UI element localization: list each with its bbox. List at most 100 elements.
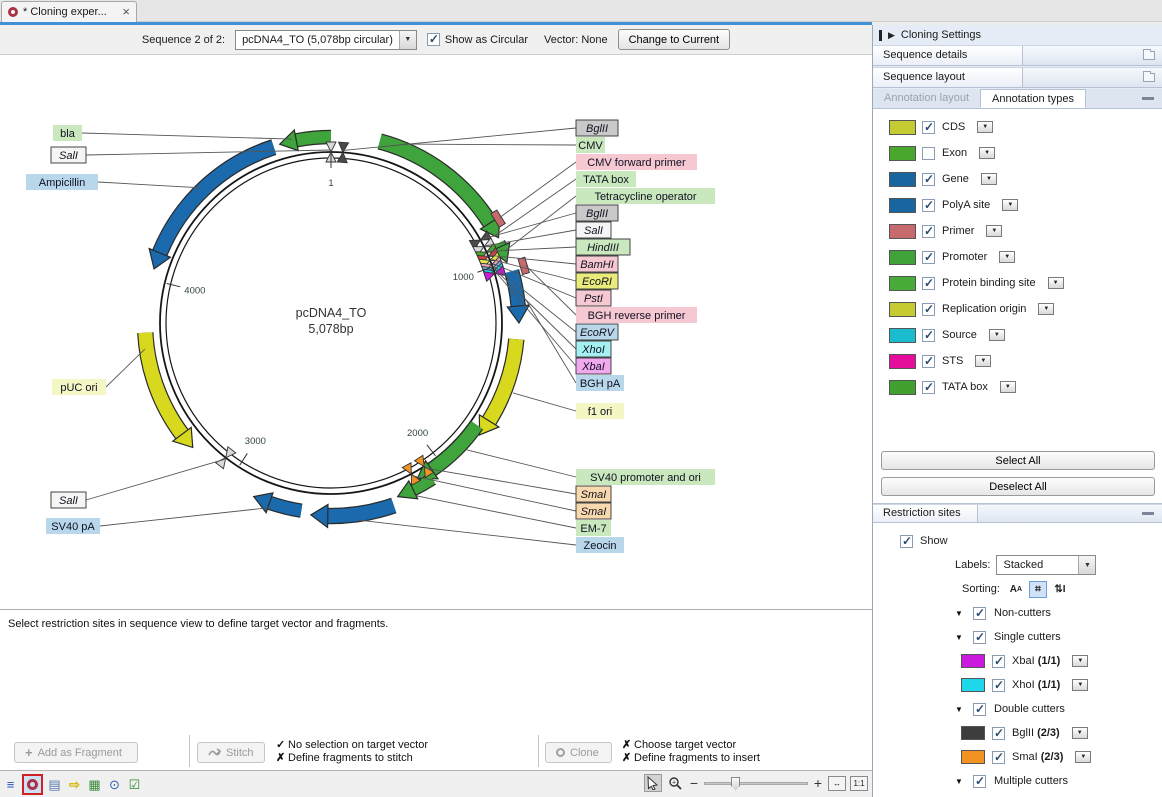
add-as-fragment-button[interactable]: + Add as Fragment: [14, 742, 138, 763]
annotation-checkbox-promoter[interactable]: [922, 251, 935, 264]
table-view-icon[interactable]: ▦: [86, 776, 103, 793]
annotation-dropdown-icon[interactable]: [1048, 277, 1064, 289]
minimize-section-icon[interactable]: [1142, 97, 1154, 100]
annotation-dropdown-icon[interactable]: [1038, 303, 1054, 315]
cutter-group-multiple-cutters[interactable]: ▼Multiple cutters: [873, 769, 1162, 793]
enzyme-checkbox-smai[interactable]: [992, 751, 1005, 764]
sequence-view-icon[interactable]: ▤: [46, 776, 63, 793]
zoom-slider[interactable]: [704, 782, 808, 785]
selection-mode-icon[interactable]: [644, 774, 662, 792]
annotation-type-row-tata-box[interactable]: TATA box: [873, 374, 1162, 400]
feature-cmv-promoter[interactable]: [380, 141, 500, 237]
feature-f1-ori[interactable]: [479, 339, 516, 435]
annotation-type-row-primer[interactable]: Primer: [873, 218, 1162, 244]
chevron-down-icon[interactable]: ▼: [399, 31, 416, 49]
collapse-arrow-icon[interactable]: ▼: [955, 777, 965, 786]
folder-icon[interactable]: [1143, 73, 1155, 82]
zoom-in-button[interactable]: +: [812, 775, 824, 791]
annotation-checkbox-replication-origin[interactable]: [922, 303, 935, 316]
sequence-details-group[interactable]: Sequence details: [873, 45, 1162, 66]
cloning-table-view-icon[interactable]: ⇨: [66, 776, 83, 793]
feature-zeocin[interactable]: [311, 504, 394, 527]
tab-close-icon[interactable]: ×: [122, 7, 130, 17]
cutter-group-double-cutters[interactable]: ▼Double cutters: [873, 697, 1162, 721]
tab-annotation-layout[interactable]: Annotation layout: [873, 89, 980, 108]
zoom-100-button[interactable]: 1:1: [850, 776, 868, 791]
deselect-all-button[interactable]: Deselect All: [881, 477, 1155, 496]
restriction-show-checkbox[interactable]: [900, 535, 913, 548]
folder-icon[interactable]: [1143, 51, 1155, 60]
annotation-type-row-protein-binding-site[interactable]: Protein binding site: [873, 270, 1162, 296]
group-checkbox-non-cutters[interactable]: [973, 607, 986, 620]
sequence-select[interactable]: pcDNA4_TO (5,078bp circular) ▼: [235, 30, 417, 50]
annotation-dropdown-icon[interactable]: [981, 173, 997, 185]
enzyme-dropdown-icon[interactable]: [1072, 679, 1088, 691]
annotation-dropdown-icon[interactable]: [986, 225, 1002, 237]
feature-bgh-pa[interactable]: [507, 271, 529, 323]
enzyme-dropdown-icon[interactable]: [1075, 751, 1091, 763]
enzyme-row-smai[interactable]: SmaI (2/3): [873, 745, 1162, 769]
enzyme-row-bglii[interactable]: BglII (2/3): [873, 721, 1162, 745]
annotation-checkbox-cds[interactable]: [922, 121, 935, 134]
annotation-dropdown-icon[interactable]: [999, 251, 1015, 263]
plasmid-label-sali[interactable]: SalI: [51, 459, 225, 508]
report-view-icon[interactable]: ☑: [126, 776, 143, 793]
sort-length-button[interactable]: ⇅I: [1051, 581, 1069, 598]
plasmid-label-cmv[interactable]: CMV: [403, 137, 605, 153]
collapse-arrow-icon[interactable]: ▼: [955, 609, 965, 618]
annotation-dropdown-icon[interactable]: [975, 355, 991, 367]
annotation-dropdown-icon[interactable]: [1002, 199, 1018, 211]
annotation-checkbox-polya-site[interactable]: [922, 199, 935, 212]
annotation-dropdown-icon[interactable]: [977, 121, 993, 133]
annotation-type-row-polya-site[interactable]: PolyA site: [873, 192, 1162, 218]
plasmid-label-sv40-promoter-and-ori[interactable]: SV40 promoter and ori: [467, 450, 715, 485]
history-view-icon[interactable]: ⊙: [106, 776, 123, 793]
restriction-sites-header[interactable]: Restriction sites: [873, 504, 1162, 523]
group-checkbox-single-cutters[interactable]: [973, 631, 986, 644]
minimize-section-icon[interactable]: [1142, 512, 1154, 515]
restriction-marker-smai[interactable]: [402, 463, 420, 485]
annotation-checkbox-protein-binding-site[interactable]: [922, 277, 935, 290]
annotation-type-row-source[interactable]: Source: [873, 322, 1162, 348]
tab-annotation-types[interactable]: Annotation types: [980, 89, 1086, 108]
enzyme-dropdown-icon[interactable]: [1072, 655, 1088, 667]
annotation-type-row-replication-origin[interactable]: Replication origin: [873, 296, 1162, 322]
enzyme-row-xbai[interactable]: XbaI (1/1): [873, 649, 1162, 673]
annotation-type-row-promoter[interactable]: Promoter: [873, 244, 1162, 270]
enzyme-row-sali[interactable]: SalI (3/3): [873, 793, 1162, 797]
cutter-group-non-cutters[interactable]: ▼Non-cutters: [873, 601, 1162, 625]
annotation-checkbox-sts[interactable]: [922, 355, 935, 368]
collapse-arrow-icon[interactable]: ▼: [955, 633, 965, 642]
annotation-dropdown-icon[interactable]: [989, 329, 1005, 341]
annotation-type-row-gene[interactable]: Gene: [873, 166, 1162, 192]
labels-select[interactable]: Stacked ▼: [996, 555, 1096, 575]
circular-view-icon[interactable]: [22, 774, 43, 795]
feature-bla-promoter[interactable]: [280, 130, 331, 151]
chevron-down-icon[interactable]: ▼: [1078, 556, 1095, 574]
list-view-icon[interactable]: ≡: [2, 776, 19, 793]
zoom-slider-thumb[interactable]: [731, 777, 740, 791]
annotation-checkbox-source[interactable]: [922, 329, 935, 342]
plasmid-label-sv40-pa[interactable]: SV40 pA: [46, 508, 271, 535]
change-to-current-button[interactable]: Change to Current: [618, 29, 731, 50]
zoom-mode-icon[interactable]: +: [666, 774, 684, 792]
show-as-circular-checkbox[interactable]: [427, 33, 440, 46]
annotation-type-row-sts[interactable]: STS: [873, 348, 1162, 374]
fit-width-button[interactable]: ↔: [828, 776, 846, 791]
enzyme-row-xhoi[interactable]: XhoI (1/1): [873, 673, 1162, 697]
collapse-arrow-icon[interactable]: ▼: [955, 705, 965, 714]
feature-puc-ori[interactable]: [145, 333, 192, 448]
feature-sv40-pa[interactable]: [254, 493, 302, 513]
cloning-settings-header[interactable]: ▶ Cloning Settings: [873, 25, 1162, 45]
document-tab[interactable]: * Cloning exper... ×: [1, 1, 137, 22]
plasmid-label-ampicillin[interactable]: Ampicillin: [26, 174, 200, 190]
zoom-out-button[interactable]: −: [688, 775, 700, 791]
group-checkbox-double-cutters[interactable]: [973, 703, 986, 716]
cutter-group-single-cutters[interactable]: ▼Single cutters: [873, 625, 1162, 649]
feature-ampicillin[interactable]: [149, 147, 274, 269]
annotation-checkbox-primer[interactable]: [922, 225, 935, 238]
plasmid-label-f1-ori[interactable]: f1 ori: [513, 393, 624, 419]
annotation-dropdown-icon[interactable]: [979, 147, 995, 159]
annotation-checkbox-gene[interactable]: [922, 173, 935, 186]
plasmid-label-puc-ori[interactable]: pUC ori: [52, 349, 145, 395]
